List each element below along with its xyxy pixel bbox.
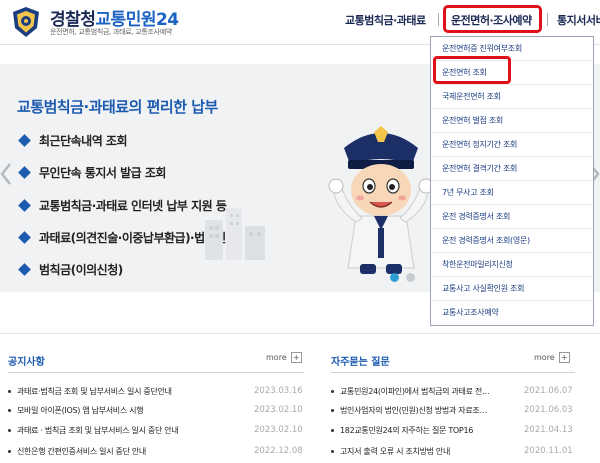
diamond-bullet-icon bbox=[18, 198, 31, 212]
banner-prev-arrow-icon[interactable] bbox=[0, 162, 12, 186]
faq-post-date: 2021.06.03 bbox=[524, 405, 573, 415]
notice-post-date: 2022.12.08 bbox=[254, 446, 303, 456]
notice-divider bbox=[8, 372, 304, 373]
bullet-dot-icon bbox=[331, 428, 334, 432]
nav-active-highlight bbox=[443, 5, 542, 33]
diamond-bullet-icon bbox=[18, 262, 31, 276]
banner-pager-dot[interactable] bbox=[406, 273, 415, 282]
banner-title: 교통범칙금·과태료의 편리한 납부 bbox=[17, 98, 218, 116]
nav-separator bbox=[438, 13, 439, 26]
bullet-dot-icon bbox=[331, 449, 334, 453]
menu-item-suspension-period[interactable]: 운전면허 정지기간 조회 bbox=[431, 133, 593, 157]
menu-item-career-certificate[interactable]: 운전 경력증명서 조회 bbox=[431, 205, 593, 229]
banner-link-camera-notice[interactable]: 무인단속 통지서 발급 조회 bbox=[18, 162, 166, 182]
notice-board-title[interactable]: 공지사항 bbox=[8, 353, 45, 368]
menu-item-highlight bbox=[433, 56, 511, 84]
nav-separator bbox=[547, 13, 548, 26]
more-label: more bbox=[266, 353, 287, 362]
menu-item-accident-investigation-reservation[interactable]: 교통사고조사예약 bbox=[431, 301, 593, 325]
faq-board-title[interactable]: 자주묻는 질문 bbox=[331, 353, 390, 368]
bullet-dot-icon bbox=[331, 408, 334, 412]
notice-post-date: 2023.03.16 bbox=[254, 386, 303, 396]
faq-divider bbox=[331, 372, 575, 373]
banner-link-online-payment[interactable]: 교통범칙금·과태료 인터넷 납부 지원 등 bbox=[18, 195, 227, 215]
menu-item-seven-year-safe[interactable]: 7년 무사고 조회 bbox=[431, 181, 593, 205]
banner-link-penalty-objection[interactable]: 범칙금(이의신청) bbox=[18, 259, 123, 279]
police-mascot-illustration bbox=[328, 126, 434, 274]
diamond-bullet-icon bbox=[18, 133, 31, 147]
bullet-dot-icon bbox=[8, 428, 11, 432]
notice-post-date: 2023.02.10 bbox=[254, 425, 303, 435]
plus-icon: + bbox=[558, 352, 570, 363]
nav-notice-service[interactable]: 통지서서비스 bbox=[557, 12, 600, 28]
notice-post[interactable]: 신한은행 간편인증서비스 일시 중단 안내 bbox=[8, 442, 146, 460]
faq-post-date: 2020.11.01 bbox=[524, 446, 573, 456]
site-subtitle: 운전면허, 교통범칙금, 과태료, 교통조사예약 bbox=[50, 28, 173, 36]
faq-post[interactable]: 법인사업자의 법인(민원)신청 방법과 자료조… bbox=[331, 401, 521, 419]
menu-item-good-driving-mileage[interactable]: 착한운전마일리지신청 bbox=[431, 253, 593, 277]
city-building-illustration bbox=[205, 208, 265, 260]
bullet-dot-icon bbox=[8, 408, 11, 412]
faq-post-date: 2021.06.07 bbox=[524, 386, 573, 396]
post-title: 고지서 출력 오류 시 조치방법 안내 bbox=[340, 446, 451, 456]
nav-traffic-fines[interactable]: 교통범칙금·과태료 bbox=[345, 12, 426, 28]
banner-link-label: 무인단속 통지서 발급 조회 bbox=[39, 165, 166, 180]
menu-item-international-license[interactable]: 국제운전면허 조회 bbox=[431, 85, 593, 109]
faq-post-date: 2021.04.13 bbox=[524, 425, 573, 435]
post-title: 과태료·범칙금 조회 및 납부서비스 일시 중단안내 bbox=[17, 386, 172, 396]
diamond-bullet-icon bbox=[18, 165, 31, 179]
faq-post[interactable]: 교통민원24(이파인)에서 범칙금의 과태료 전… bbox=[331, 382, 521, 400]
bullet-dot-icon bbox=[8, 389, 11, 393]
banner-link-label: 최근단속내역 조회 bbox=[39, 133, 128, 148]
notice-post-date: 2023.02.10 bbox=[254, 405, 303, 415]
bullet-dot-icon bbox=[8, 449, 11, 453]
post-title: 모바일 아이폰(IOS) 앱 납부서비스 시행 bbox=[17, 405, 144, 415]
post-title: 교통민원24(이파인)에서 범칙금의 과태료 전… bbox=[340, 386, 490, 396]
more-label: more bbox=[534, 353, 555, 362]
banner-link-label: 범칙금(이의신청) bbox=[39, 262, 123, 277]
faq-post[interactable]: 182교통민원24의 자주하는 질문 TOP16 bbox=[331, 421, 521, 439]
banner-pager-dot-active[interactable] bbox=[390, 273, 399, 282]
menu-item-accident-confirmation[interactable]: 교통사고 사실확인원 조회 bbox=[431, 277, 593, 301]
diamond-bullet-icon bbox=[18, 230, 31, 244]
post-title: 과태료 · 범칙금 조회 및 납부서비스 일시 중단 안내 bbox=[17, 425, 179, 435]
post-title: 신한은행 간편인증서비스 일시 중단 안내 bbox=[17, 446, 146, 456]
notice-post[interactable]: 과태료·범칙금 조회 및 납부서비스 일시 중단안내 bbox=[8, 382, 172, 400]
bullet-dot-icon bbox=[331, 389, 334, 393]
faq-post[interactable]: 고지서 출력 오류 시 조치방법 안내 bbox=[331, 442, 521, 460]
notice-post[interactable]: 과태료 · 범칙금 조회 및 납부서비스 일시 중단 안내 bbox=[8, 421, 179, 439]
police-emblem-icon[interactable] bbox=[8, 4, 44, 40]
post-title: 법인사업자의 법인(민원)신청 방법과 자료조… bbox=[340, 405, 488, 415]
banner-link-label: 교통범칙금·과태료 인터넷 납부 지원 등 bbox=[39, 198, 227, 213]
notice-more-button[interactable]: more + bbox=[266, 352, 302, 363]
plus-icon: + bbox=[290, 352, 302, 363]
menu-item-career-certificate-english[interactable]: 운전 경력증명서 조회(영문) bbox=[431, 229, 593, 253]
notice-post[interactable]: 모바일 아이폰(IOS) 앱 납부서비스 시행 bbox=[8, 401, 144, 419]
banner-link-recent-enforcement[interactable]: 최근단속내역 조회 bbox=[18, 130, 128, 150]
menu-item-disqualification-period[interactable]: 운전면허 결격기간 조회 bbox=[431, 157, 593, 181]
menu-item-penalty-points[interactable]: 운전면허 벌점 조회 bbox=[431, 109, 593, 133]
faq-more-button[interactable]: more + bbox=[534, 352, 570, 363]
post-title: 182교통민원24의 자주하는 질문 TOP16 bbox=[340, 425, 474, 435]
